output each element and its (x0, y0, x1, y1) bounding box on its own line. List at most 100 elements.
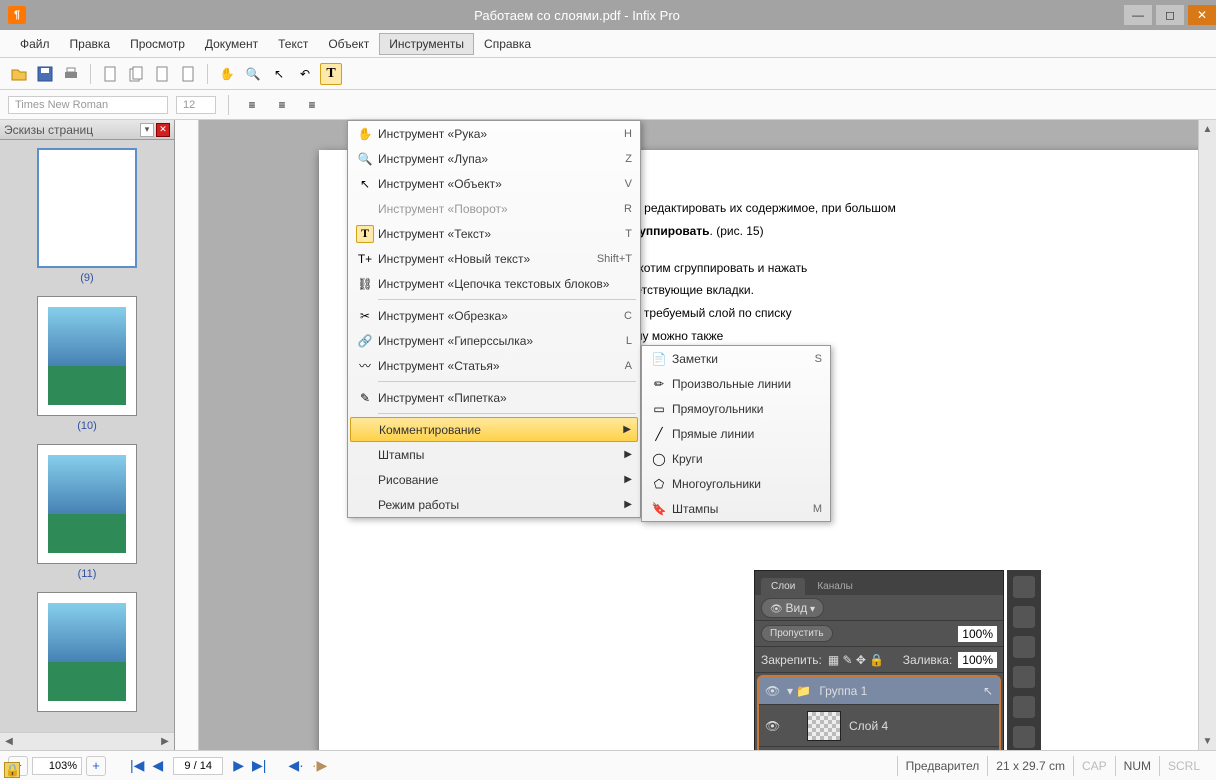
side-tool-strip (1007, 570, 1041, 750)
blend-mode-select[interactable]: Пропустить (761, 625, 833, 642)
page-copy-icon[interactable] (125, 63, 147, 85)
menu-item[interactable]: ⛓Инструмент «Цепочка текстовых блоков» (348, 271, 640, 296)
font-toolbar: ≡ ≡ ≡ (0, 90, 1216, 120)
zoom-tool-icon[interactable]: 🔍 (242, 63, 264, 85)
close-button[interactable]: ✕ (1188, 5, 1216, 25)
pointer-tool-icon[interactable]: ↖ (268, 63, 290, 85)
scroll-indicator: SCRL (1159, 756, 1208, 776)
layer-row[interactable]: 👁 Слой 4 (759, 705, 999, 747)
vertical-ruler (175, 120, 199, 750)
font-size-input[interactable] (176, 96, 216, 114)
menu-item[interactable]: Комментирование▶ (350, 417, 638, 442)
prev-page-button[interactable]: ◀ (152, 757, 163, 774)
menubar: ФайлПравкаПросмотрДокументТекстОбъектИнс… (0, 30, 1216, 58)
submenu-item[interactable]: ◯Круги (642, 446, 830, 471)
menu-item[interactable]: 🔗Инструмент «Гиперссылка»L (348, 328, 640, 353)
nav-back-button[interactable]: ◀· (288, 757, 303, 774)
thumbnails-panel: Эскизы страниц ▾ ✕ (9)(10)(11) ◀▶ (0, 120, 175, 750)
lock-label: Закрепить: (761, 653, 822, 667)
menu-item[interactable]: ✎Инструмент «Пипетка» (348, 385, 640, 410)
menu-правка[interactable]: Правка (60, 33, 121, 55)
menu-item[interactable]: Режим работы▶ (348, 492, 640, 517)
submenu-item[interactable]: ⬠Многоугольники (642, 471, 830, 496)
tab-channels[interactable]: Каналы (807, 578, 863, 595)
menu-item[interactable]: ✋Инструмент «Рука»H (348, 121, 640, 146)
submenu-item[interactable]: ╱Прямые линии (642, 421, 830, 446)
menu-item[interactable]: ✂Инструмент «Обрезка»C (348, 303, 640, 328)
menu-item[interactable]: T+Инструмент «Новый текст»Shift+T (348, 246, 640, 271)
panel-icon[interactable] (1013, 636, 1035, 658)
zoom-input[interactable] (32, 757, 82, 775)
page-thumbnail[interactable] (8, 592, 166, 712)
pin-icon[interactable]: ▾ (140, 123, 154, 137)
fill-value: 100% (958, 652, 997, 668)
page-new-icon[interactable] (151, 63, 173, 85)
menu-справка[interactable]: Справка (474, 33, 541, 55)
nav-fwd-button[interactable]: ·▶ (312, 757, 327, 774)
histogram-icon[interactable] (1013, 576, 1035, 598)
page-thumbnail[interactable]: (10) (8, 296, 166, 432)
maximize-button[interactable]: ◻ (1156, 5, 1184, 25)
menu-item[interactable]: TИнструмент «Текст»T (348, 221, 640, 246)
menu-item[interactable]: Рисование▶ (348, 467, 640, 492)
swatches-icon[interactable] (1013, 606, 1035, 628)
thumbnails-hscroll[interactable]: ◀▶ (0, 732, 174, 750)
zoom-in-button[interactable]: + (86, 756, 106, 776)
menu-item[interactable]: 〰Инструмент «Статья»A (348, 353, 640, 378)
commenting-submenu: 📄ЗаметкиS✏Произвольные линии▭Прямоугольн… (641, 345, 831, 522)
layer-group-row[interactable]: 👁 ▾ 📁 Группа 1 ↖ (759, 677, 999, 705)
page-input[interactable] (173, 757, 223, 775)
view-button[interactable]: 👁 Вид ▾ (761, 598, 824, 618)
tab-layers[interactable]: Слои (761, 578, 805, 595)
hand-tool-icon[interactable]: ✋ (216, 63, 238, 85)
font-name-input[interactable] (8, 96, 168, 114)
save-icon[interactable] (34, 63, 56, 85)
fx-icon[interactable] (1013, 696, 1035, 718)
paragraph-icon[interactable] (1013, 726, 1035, 748)
page-icon[interactable] (99, 63, 121, 85)
menu-item[interactable]: Инструмент «Поворот»R (348, 196, 640, 221)
window-title: Работаем со слоями.pdf - Infix Pro (34, 8, 1120, 23)
submenu-item[interactable]: 🔖ШтампыM (642, 496, 830, 521)
submenu-item[interactable]: ▭Прямоугольники (642, 396, 830, 421)
minimize-button[interactable]: — (1124, 5, 1152, 25)
submenu-item[interactable]: ✏Произвольные линии (642, 371, 830, 396)
opacity-value: 100% (958, 626, 997, 642)
lock-icon: 🔒 (4, 762, 20, 778)
next-page-button[interactable]: ▶ (233, 757, 244, 774)
page-dimensions: 21 x 29.7 cm (987, 756, 1073, 776)
submenu-item[interactable]: 📄ЗаметкиS (642, 346, 830, 371)
menu-документ[interactable]: Документ (195, 33, 268, 55)
preview-status: Предварител (897, 756, 988, 776)
panel-close-icon[interactable]: ✕ (156, 123, 170, 137)
menu-item[interactable]: ↖Инструмент «Объект»V (348, 171, 640, 196)
menu-файл[interactable]: Файл (10, 33, 60, 55)
adjust-icon[interactable] (1013, 666, 1035, 688)
menu-инструменты[interactable]: Инструменты (379, 33, 474, 55)
page-thumbnail[interactable]: (9) (8, 148, 166, 284)
vertical-scrollbar[interactable]: ▲▼ (1198, 120, 1216, 750)
open-icon[interactable] (8, 63, 30, 85)
menu-item[interactable]: 🔍Инструмент «Лупа»Z (348, 146, 640, 171)
page-thumbnail[interactable]: (11) (8, 444, 166, 580)
menu-просмотр[interactable]: Просмотр (120, 33, 195, 55)
align-left-icon[interactable]: ≡ (241, 94, 263, 116)
undo-icon[interactable]: ↶ (294, 63, 316, 85)
layer-group-name: Группа 1 (819, 684, 867, 698)
last-page-button[interactable]: ▶| (252, 757, 266, 774)
align-center-icon[interactable]: ≡ (271, 94, 293, 116)
thumbnail-label: (11) (8, 568, 166, 580)
menu-item[interactable]: Штампы▶ (348, 442, 640, 467)
menu-текст[interactable]: Текст (268, 33, 318, 55)
first-page-button[interactable]: |◀ (130, 757, 144, 774)
align-right-icon[interactable]: ≡ (301, 94, 323, 116)
text-tool-icon[interactable]: T (320, 63, 342, 85)
eye-icon[interactable]: 👁 (765, 684, 779, 698)
statusbar: − + |◀ ◀ ▶ ▶| ◀· ·▶ Предварител 21 x 29.… (0, 750, 1216, 780)
eye-icon[interactable]: 👁 (765, 719, 779, 733)
thumbnail-label: (10) (8, 420, 166, 432)
page-delete-icon[interactable] (177, 63, 199, 85)
fill-label: Заливка: (903, 653, 953, 667)
menu-объект[interactable]: Объект (318, 33, 379, 55)
print-icon[interactable] (60, 63, 82, 85)
